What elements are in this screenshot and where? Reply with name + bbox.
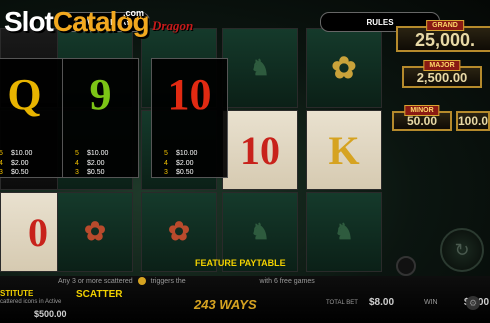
- reel-symbol-king: K: [328, 127, 360, 173]
- reel-cell: 10: [222, 110, 298, 190]
- rules-label: RULES: [366, 17, 394, 27]
- gear-icon: ⚙: [468, 297, 478, 308]
- slotcatalog-logo: SlotCatalog .com: [4, 6, 150, 38]
- pay-amount: $10.00: [11, 150, 33, 157]
- pay-amount: $10.00: [176, 150, 198, 157]
- feature-paytable-heading: FEATURE PAYTABLE: [195, 258, 286, 268]
- paytable-values: 5 $10.00 4 $2.00 3 $0.50: [63, 149, 138, 178]
- pay-count: 3: [164, 169, 168, 176]
- paytable-symbol: 10: [167, 70, 212, 119]
- scatter-icon: [137, 277, 146, 285]
- pay-count: 3: [0, 169, 3, 176]
- pay-amount: $2.00: [11, 159, 29, 167]
- dragon-icon: ♞: [250, 55, 270, 80]
- pay-amount: $10.00: [87, 150, 109, 157]
- pay-count: 4: [164, 159, 168, 167]
- pay-count: 5: [75, 150, 79, 157]
- credit-value: $500.00: [34, 309, 67, 319]
- autoplay-button[interactable]: [396, 256, 416, 276]
- pay-amount: $2.00: [176, 159, 194, 167]
- paytable-card-9: 9 5 $10.00 4 $2.00 3 $0.50: [62, 58, 139, 178]
- feature-description: Any 3 or more scattered triggers the wit…: [58, 277, 315, 285]
- total-bet-label: TOTAL BET: [326, 300, 358, 306]
- substitute-subtext: cattered icons in Active: [0, 299, 62, 305]
- paytable-values: 5 $10.00 4 $2.00 3 $0.50: [152, 149, 227, 178]
- pay-amount: $0.50: [11, 169, 29, 176]
- major-jackpot: MAJOR 2,500.00: [402, 60, 482, 88]
- settings-button[interactable]: ⚙: [466, 296, 480, 310]
- pay-count: 5: [0, 150, 3, 157]
- ways-label: 243 WAYS: [194, 297, 257, 312]
- scatter-label: SCATTER: [76, 289, 123, 300]
- reel-cell: ♞: [222, 28, 298, 108]
- pay-count: 4: [0, 159, 3, 167]
- pay-amount: $0.50: [87, 169, 105, 176]
- major-label: MAJOR: [423, 60, 461, 71]
- pay-amount: $2.00: [87, 159, 105, 167]
- lotus-icon: ✿: [331, 51, 357, 85]
- paytable-card-10: 10 5 $10.00 4 $2.00 3 $0.50: [151, 58, 228, 178]
- lotus-icon: ✿: [84, 217, 106, 246]
- grand-value: 25,000.: [414, 30, 476, 50]
- pay-amount: $0.50: [176, 169, 194, 176]
- reel-symbol-ten: 10: [240, 127, 280, 173]
- game-title: Dragon: [152, 18, 194, 33]
- dragon-icon: ♞: [334, 219, 354, 244]
- paytable-card-q: Q 5 $10.00 4 $2.00 3 $0.50: [0, 58, 63, 178]
- total-bet-value: $8.00: [369, 297, 395, 308]
- feature-desc-left: Any 3 or more scattered: [58, 277, 133, 285]
- grand-jackpot: GRAND 25,000.: [396, 20, 490, 52]
- minor-jackpot-2: 100.00: [456, 111, 490, 131]
- paytable-values: 5 $10.00 4 $2.00 3 $0.50: [0, 149, 62, 178]
- minor-jackpot: MINOR 50.00: [392, 105, 452, 131]
- reel-cell: ✿: [57, 192, 133, 272]
- minor-value-2: 100.00: [458, 114, 489, 128]
- spin-icon: ↻: [454, 239, 470, 260]
- feature-desc-mid: triggers the: [150, 277, 186, 285]
- feature-desc-right: with 6 free games: [259, 277, 315, 285]
- reel-cell: ♞: [306, 192, 382, 272]
- win-label: WIN: [424, 299, 438, 306]
- pay-count: 4: [75, 159, 79, 167]
- paytable-symbol: 9: [89, 70, 112, 119]
- major-value: 2,500.00: [416, 70, 468, 85]
- paytable-symbol: Q: [7, 70, 42, 119]
- reel-cell: ✿: [306, 28, 382, 108]
- logo-com: .com: [123, 8, 145, 18]
- substitute-label: STITUTE: [0, 289, 34, 298]
- reel-cell: K: [306, 110, 382, 190]
- minor-label: MINOR: [404, 105, 440, 116]
- logo-slot: Slot: [4, 6, 54, 37]
- grand-label: GRAND: [426, 20, 464, 31]
- pay-count: 5: [164, 150, 168, 157]
- spin-button[interactable]: ↻: [440, 228, 484, 272]
- pay-count: 3: [75, 169, 79, 176]
